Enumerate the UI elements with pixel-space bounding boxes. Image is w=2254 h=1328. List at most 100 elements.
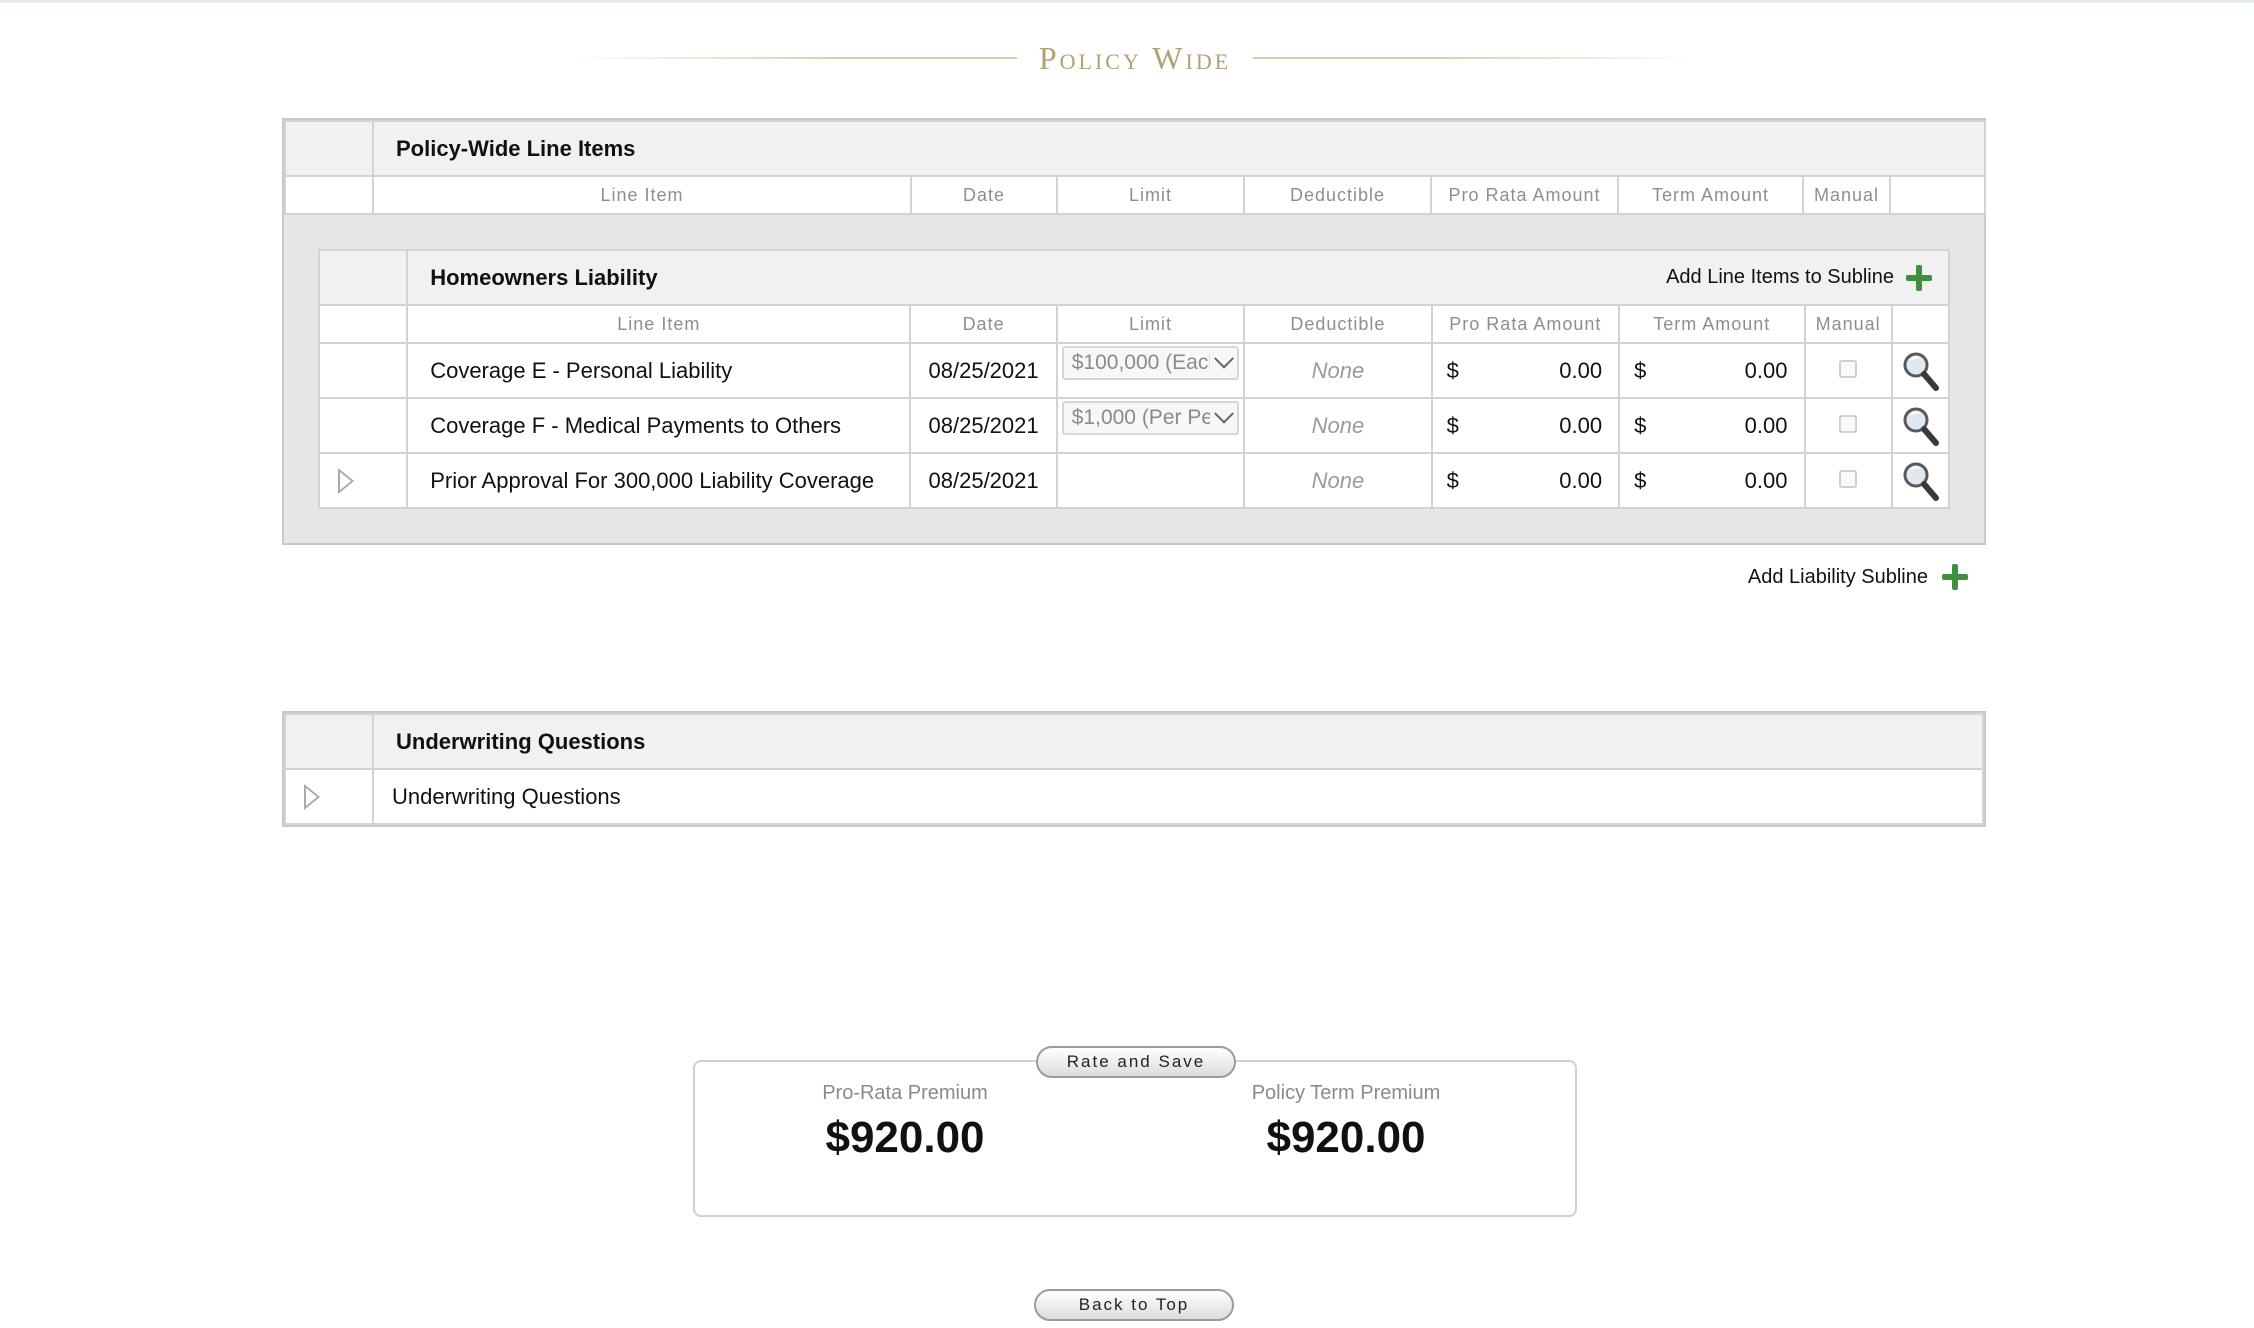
- manual-cell: [1803, 342, 1893, 399]
- add-line-items-label: Add Line Items to Subline: [1666, 266, 1894, 288]
- term-cell: $0.00: [1618, 342, 1806, 399]
- col-pro-rata: Pro Rata Amount: [1430, 304, 1621, 344]
- currency-symbol: $: [1446, 357, 1459, 383]
- manual-checkbox[interactable]: [1839, 414, 1858, 433]
- expand-arrow-icon[interactable]: [338, 467, 354, 494]
- currency-symbol: $: [1634, 357, 1647, 383]
- col-pro-rata: Pro Rata Amount: [1430, 175, 1619, 215]
- limit-select[interactable]: $100,000 (Each Occurrence): [1061, 345, 1240, 380]
- subline-title: Homeowners Liability: [430, 264, 658, 290]
- magnifier-icon[interactable]: [1900, 404, 1940, 448]
- pro-rata-amount: 0.00: [1559, 412, 1603, 438]
- row-expand-cell: [284, 768, 374, 825]
- term-cell: $0.00: [1618, 452, 1806, 509]
- details-cell: [1890, 452, 1951, 509]
- details-cell: [1890, 342, 1951, 399]
- limit-cell: $1,000 (Per Person): [1055, 397, 1246, 454]
- limit-select-value: $1,000 (Per Person): [1071, 405, 1210, 429]
- line-item-name: Coverage F - Medical Payments to Others: [406, 397, 912, 454]
- underwriting-row-label: Underwriting Questions: [372, 768, 1984, 825]
- col-spacer: [317, 304, 409, 344]
- row-expand-cell: [317, 452, 409, 509]
- pro-rata-cell: $0.00: [1430, 342, 1621, 399]
- col-deductible: Deductible: [1243, 175, 1432, 215]
- details-cell: [1890, 397, 1951, 454]
- homeowners-liability-table: Homeowners Liability Add Line Items to S…: [317, 249, 1951, 509]
- term-amount: 0.00: [1744, 412, 1788, 438]
- pro-rata-premium-label: Pro-Rata Premium: [822, 1082, 988, 1104]
- expand-arrow-icon[interactable]: [304, 783, 320, 810]
- magnifier-icon[interactable]: [1900, 459, 1940, 503]
- plus-icon: [1942, 564, 1968, 590]
- col-actions: [1888, 175, 1987, 215]
- col-date: Date: [909, 304, 1058, 344]
- col-limit: Limit: [1056, 175, 1245, 215]
- limit-cell: [1055, 452, 1246, 509]
- subline-column-headers: Line Item Date Limit Deductible Pro Rata…: [317, 304, 1951, 344]
- add-line-items-button[interactable]: Add Line Items to Subline: [1666, 264, 1948, 291]
- chevron-down-icon: [1214, 403, 1235, 424]
- line-item-date: 08/25/2021: [909, 452, 1058, 509]
- col-spacer: [284, 175, 374, 215]
- line-item-date: 08/25/2021: [909, 342, 1058, 399]
- pro-rata-cell: $0.00: [1430, 397, 1621, 454]
- limit-select[interactable]: $1,000 (Per Person): [1061, 400, 1240, 435]
- row-expand-cell: [317, 342, 409, 399]
- magnifier-icon[interactable]: [1900, 349, 1940, 393]
- policy-wide-panel: Policy-Wide Line Items Line Item Date Li…: [282, 118, 1987, 545]
- header-rule-right: [1253, 57, 1701, 59]
- manual-checkbox[interactable]: [1839, 469, 1858, 488]
- pro-rata-amount: 0.00: [1559, 467, 1603, 493]
- plus-icon: [1906, 264, 1932, 291]
- rate-and-save-button[interactable]: Rate and Save: [1036, 1046, 1236, 1078]
- policy-term-premium-label: Policy Term Premium: [1251, 1082, 1441, 1104]
- subline-title-cell: Homeowners Liability Add Line Items to S…: [406, 249, 1950, 306]
- subline-title-row: Homeowners Liability Add Line Items to S…: [317, 249, 1950, 306]
- title-spacer: [284, 120, 374, 177]
- back-to-top-button[interactable]: Back to Top: [1034, 1289, 1234, 1321]
- col-term: Term Amount: [1618, 304, 1806, 344]
- underwriting-title-row: Underwriting Questions: [284, 713, 1984, 770]
- line-item-name: Prior Approval For 300,000 Liability Cov…: [406, 452, 912, 509]
- col-line-item: Line Item: [406, 304, 912, 344]
- underwriting-row: Underwriting Questions: [284, 768, 1984, 825]
- policy-term-premium: Policy Term Premium $920.00: [1196, 1082, 1496, 1163]
- col-limit: Limit: [1055, 304, 1246, 344]
- table-row: Prior Approval For 300,000 Liability Cov…: [317, 452, 1951, 509]
- add-liability-subline-button[interactable]: Add Liability Subline: [1748, 564, 1968, 590]
- term-amount: 0.00: [1744, 467, 1788, 493]
- pro-rata-cell: $0.00: [1430, 452, 1621, 509]
- premium-summary: Pro-Rata Premium $920.00 Policy Term Pre…: [693, 1060, 1577, 1217]
- policy-wide-header-table: Policy-Wide Line Items Line Item Date Li…: [284, 120, 1987, 215]
- title-spacer: [284, 713, 374, 770]
- manual-checkbox[interactable]: [1839, 359, 1858, 378]
- col-date: Date: [910, 175, 1058, 215]
- limit-select-value: $100,000 (Each Occurrence): [1071, 350, 1210, 374]
- col-manual: Manual: [1802, 175, 1891, 215]
- policy-wide-title-row: Policy-Wide Line Items: [284, 120, 1987, 177]
- section-title: Policy Wide: [1038, 39, 1232, 76]
- currency-symbol: $: [1634, 412, 1647, 438]
- col-deductible: Deductible: [1243, 304, 1433, 344]
- policy-wide-title: Policy-Wide Line Items: [371, 120, 1987, 177]
- col-manual: Manual: [1803, 304, 1893, 344]
- underwriting-title: Underwriting Questions: [372, 713, 1984, 770]
- currency-symbol: $: [1634, 467, 1647, 493]
- col-term: Term Amount: [1617, 175, 1804, 215]
- currency-symbol: $: [1446, 412, 1459, 438]
- chevron-down-icon: [1214, 348, 1235, 369]
- deductible-value: None: [1243, 342, 1433, 399]
- subline-title-spacer: [317, 249, 409, 306]
- underwriting-panel: Underwriting Questions Underwriting Ques…: [282, 711, 1986, 827]
- manual-cell: [1803, 452, 1893, 509]
- table-row: Coverage E - Personal Liability 08/25/20…: [317, 342, 1951, 399]
- term-cell: $0.00: [1618, 397, 1806, 454]
- deductible-value: None: [1243, 397, 1433, 454]
- pro-rata-premium: Pro-Rata Premium $920.00: [755, 1082, 1055, 1163]
- page-content: Policy Wide Policy-Wide Line Items Line …: [0, 3, 2254, 1328]
- manual-cell: [1803, 397, 1893, 454]
- col-actions: [1890, 304, 1951, 344]
- table-row: Coverage F - Medical Payments to Others …: [317, 397, 1951, 454]
- subline-wrapper: Homeowners Liability Add Line Items to S…: [284, 215, 1984, 543]
- underwriting-table: Underwriting Questions Underwriting Ques…: [284, 713, 1984, 825]
